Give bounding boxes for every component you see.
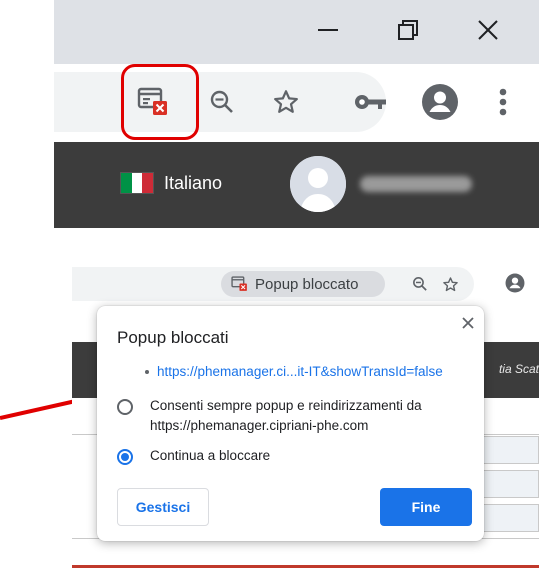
profile-button[interactable] [418, 80, 462, 124]
bullet [145, 369, 149, 374]
menu-button[interactable] [490, 84, 516, 120]
keep-blocking-label[interactable]: Continua a bloccare [150, 446, 270, 466]
user-avatar[interactable] [290, 156, 346, 212]
popup-blocked-chip-label: Popup bloccato [255, 275, 359, 293]
passwords-button[interactable] [350, 84, 390, 120]
popup-blocked-chip[interactable]: Popup bloccato [221, 271, 385, 297]
blurred-user-name [360, 176, 472, 192]
omnibox[interactable]: Popup bloccato [72, 267, 474, 301]
page-header-text: tia Scat [498, 362, 539, 376]
zoom-out-icon [413, 277, 427, 291]
allow-popups-label[interactable]: Consenti sempre popup e reindirizzamenti… [150, 396, 422, 436]
popup-icon-highlight [121, 64, 199, 140]
italy-flag-icon [120, 172, 154, 194]
dialog-title: Popup bloccati [117, 328, 229, 347]
popup-blocked-icon [231, 276, 247, 291]
user-silhouette-icon [290, 156, 346, 212]
bookmark-button[interactable] [440, 274, 460, 294]
account-icon [422, 84, 458, 120]
done-button[interactable]: Fine [380, 488, 472, 526]
kebab-menu-icon [499, 88, 507, 116]
allow-popups-radio[interactable] [117, 399, 133, 415]
manage-button[interactable]: Gestisci [117, 488, 209, 526]
account-icon [505, 273, 525, 293]
close-icon [462, 317, 474, 329]
language-label: Italiano [164, 172, 223, 193]
star-icon [274, 90, 298, 113]
zoom-button[interactable] [410, 274, 430, 294]
key-icon [355, 95, 386, 109]
site-header-bar: Italiano [54, 142, 539, 228]
restore-button[interactable] [378, 8, 438, 52]
dialog-close-button[interactable] [459, 314, 477, 332]
language-selector[interactable]: Italiano [120, 172, 222, 194]
allow-popups-label-line2: https://phemanager.cipriani-phe.com [150, 418, 369, 433]
profile-button[interactable] [504, 272, 526, 294]
blocked-popup-url: https://phemanager.ci...it-IT&showTransI… [157, 364, 443, 379]
allow-popups-label-line1: Consenti sempre popup e reindirizzamenti… [150, 398, 422, 413]
close-window-button[interactable] [458, 8, 518, 52]
bookmark-button[interactable] [268, 84, 304, 120]
page-bottom-accent-line [72, 565, 539, 568]
zoom-button[interactable] [204, 84, 240, 120]
title-bar [54, 0, 539, 64]
zoomed-chrome-toolbar: Italiano [54, 0, 539, 228]
minimize-button[interactable] [298, 8, 358, 52]
browser-toolbar [54, 64, 539, 142]
popup-blocked-dialog: Popup bloccati https://phemanager.ci...i… [97, 306, 484, 541]
close-icon [478, 20, 498, 40]
browser-toolbar-small: Popup bloccato [72, 262, 539, 304]
minimize-icon [318, 29, 338, 31]
keep-blocking-radio[interactable] [117, 449, 133, 465]
star-icon [442, 276, 458, 291]
restore-icon [398, 20, 418, 40]
blocked-popup-link[interactable]: https://phemanager.ci...it-IT&showTransI… [145, 364, 443, 379]
zoom-out-icon [210, 90, 233, 113]
